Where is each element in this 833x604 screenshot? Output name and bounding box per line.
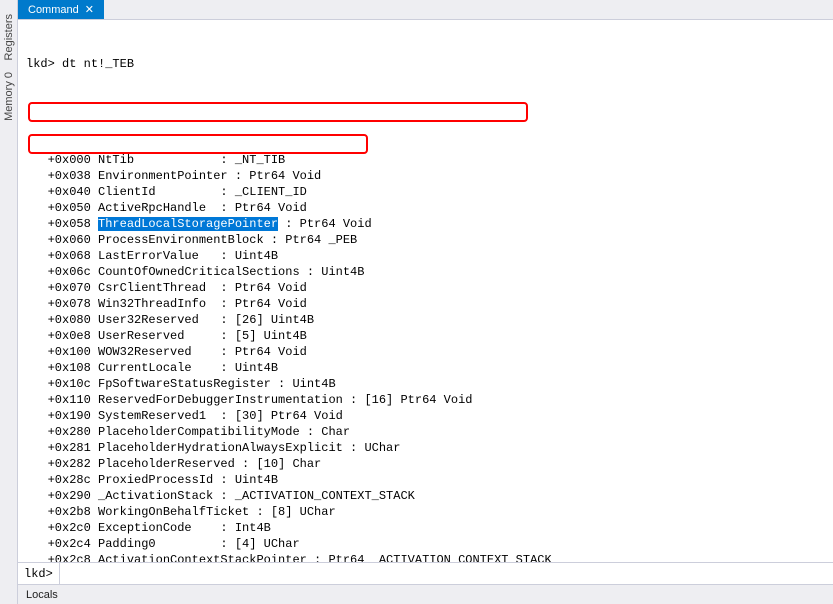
output-line: +0x060 ProcessEnvironmentBlock : Ptr64 _… bbox=[26, 232, 833, 248]
output-line: +0x0e8 UserReserved : [5] Uint4B bbox=[26, 328, 833, 344]
highlight-box-1 bbox=[28, 102, 528, 122]
tab-bar: Command ✕ bbox=[18, 0, 833, 20]
output-line: +0x10c FpSoftwareStatusRegister : Uint4B bbox=[26, 376, 833, 392]
output-line: +0x080 User32Reserved : [26] Uint4B bbox=[26, 312, 833, 328]
output-line: +0x050 ActiveRpcHandle : Ptr64 Void bbox=[26, 200, 833, 216]
output-line: +0x040 ClientId : _CLIENT_ID bbox=[26, 184, 833, 200]
output-line: +0x058 ThreadLocalStoragePointer : Ptr64… bbox=[26, 216, 833, 232]
output-line: +0x078 Win32ThreadInfo : Ptr64 Void bbox=[26, 296, 833, 312]
output-line: +0x290 _ActivationStack : _ACTIVATION_CO… bbox=[26, 488, 833, 504]
output-line: +0x110 ReservedForDebuggerInstrumentatio… bbox=[26, 392, 833, 408]
output-line: +0x038 EnvironmentPointer : Ptr64 Void bbox=[26, 168, 833, 184]
content-column: Command ✕ lkd> dt nt!_TEB +0x000 NtTib :… bbox=[18, 0, 833, 604]
prompt-label: lkd> bbox=[18, 563, 60, 584]
output-line: +0x000 NtTib : _NT_TIB bbox=[26, 152, 833, 168]
sidebar-tab-memory0[interactable]: Memory 0 bbox=[2, 66, 16, 127]
output-line: +0x108 CurrentLocale : Uint4B bbox=[26, 360, 833, 376]
output-line: +0x190 SystemReserved1 : [30] Ptr64 Void bbox=[26, 408, 833, 424]
main-area: Registers Memory 0 Command ✕ lkd> dt nt!… bbox=[0, 0, 833, 604]
prompt-line: lkd> dt nt!_TEB bbox=[26, 56, 833, 72]
output-line: +0x068 LastErrorValue : Uint4B bbox=[26, 248, 833, 264]
output-line: +0x2c0 ExceptionCode : Int4B bbox=[26, 520, 833, 536]
output-line: +0x2c4 Padding0 : [4] UChar bbox=[26, 536, 833, 552]
locals-panel-header[interactable]: Locals bbox=[18, 584, 833, 604]
highlight-box-2 bbox=[28, 134, 368, 154]
output-line: +0x2b8 WorkingOnBehalfTicket : [8] UChar bbox=[26, 504, 833, 520]
sidebar-tab-registers[interactable]: Registers bbox=[2, 8, 16, 66]
tab-command[interactable]: Command ✕ bbox=[18, 0, 104, 19]
output-line: +0x06c CountOfOwnedCriticalSections : Ui… bbox=[26, 264, 833, 280]
output-line: +0x2c8 ActivationContextStackPointer : P… bbox=[26, 552, 833, 562]
tab-command-label: Command bbox=[28, 4, 79, 16]
output-line: +0x28c ProxiedProcessId : Uint4B bbox=[26, 472, 833, 488]
selected-text: ThreadLocalStoragePointer bbox=[98, 217, 278, 231]
output-line: +0x070 CsrClientThread : Ptr64 Void bbox=[26, 280, 833, 296]
output-line: +0x282 PlaceholderReserved : [10] Char bbox=[26, 456, 833, 472]
output-line: +0x280 PlaceholderCompatibilityMode : Ch… bbox=[26, 424, 833, 440]
side-tab-strip: Registers Memory 0 bbox=[0, 0, 18, 604]
command-input[interactable] bbox=[60, 563, 833, 584]
command-prompt-row: lkd> bbox=[18, 562, 833, 584]
command-output[interactable]: lkd> dt nt!_TEB +0x000 NtTib : _NT_TIB +… bbox=[18, 20, 833, 562]
output-line: +0x100 WOW32Reserved : Ptr64 Void bbox=[26, 344, 833, 360]
close-icon[interactable]: ✕ bbox=[85, 3, 94, 16]
locals-title: Locals bbox=[26, 589, 58, 601]
output-line: +0x281 PlaceholderHydrationAlwaysExplici… bbox=[26, 440, 833, 456]
